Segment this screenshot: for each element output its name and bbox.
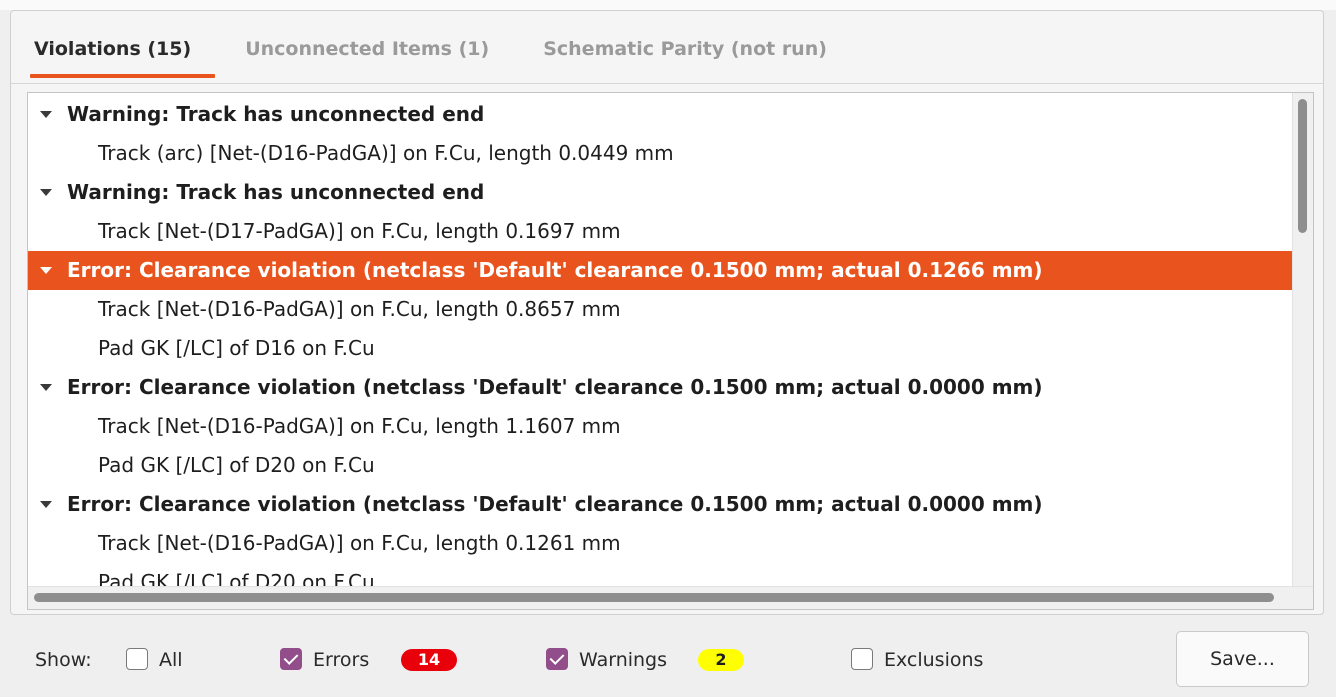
vertical-scrollbar-thumb[interactable] [1298, 99, 1307, 233]
violation-row[interactable]: Warning: Track has unconnected end [28, 95, 1294, 134]
violation-title: Warning: Track has unconnected end [67, 180, 485, 204]
violations-tree[interactable]: Warning: Track has unconnected end Track … [27, 92, 1314, 610]
violation-row[interactable]: Error: Clearance violation (netclass 'De… [28, 368, 1294, 407]
violation-item-row[interactable]: Track (arc) [Net-(D16-PadGA)] on F.Cu, l… [28, 134, 1294, 173]
violation-item-row[interactable]: Pad GK [/LC] of D16 on F.Cu [28, 329, 1294, 368]
violation-row[interactable]: Error: Clearance violation (netclass 'De… [28, 251, 1294, 290]
all-label[interactable]: All [159, 649, 183, 671]
tab-bar: Violations (15) Unconnected Items (1) Sc… [29, 30, 881, 82]
tab-unconnected-items[interactable]: Unconnected Items (1) [245, 30, 489, 74]
vertical-scrollbar[interactable] [1292, 93, 1313, 589]
save-button[interactable]: Save... [1176, 631, 1309, 687]
violation-row[interactable]: Error: Clearance violation (netclass 'De… [28, 485, 1294, 524]
tab-schematic-parity[interactable]: Schematic Parity (not run) [543, 30, 827, 74]
exclusions-label[interactable]: Exclusions [884, 649, 983, 671]
filter-bar: Show: All Errors 14 Warnings 2 Exclusion… [0, 615, 1336, 697]
exclusions-checkbox[interactable] [851, 648, 873, 670]
tab-violations[interactable]: Violations (15) [29, 30, 216, 78]
horizontal-scrollbar[interactable] [28, 586, 1313, 609]
expand-arrow-icon[interactable] [38, 173, 56, 212]
violation-row[interactable]: Warning: Track has unconnected end [28, 173, 1294, 212]
errors-label[interactable]: Errors [313, 649, 369, 671]
expand-arrow-icon[interactable] [38, 368, 56, 407]
expand-arrow-icon[interactable] [38, 485, 56, 524]
show-label: Show: [35, 649, 92, 671]
violation-title: Error: Clearance violation (netclass 'De… [67, 375, 1043, 399]
all-checkbox[interactable] [126, 648, 148, 670]
warnings-count-badge: 2 [698, 649, 744, 671]
errors-checkbox[interactable] [280, 648, 302, 670]
violation-item-row[interactable]: Track [Net-(D16-PadGA)] on F.Cu, length … [28, 407, 1294, 446]
warnings-label[interactable]: Warnings [579, 649, 667, 671]
errors-count-badge: 14 [401, 649, 457, 671]
horizontal-scrollbar-thumb[interactable] [34, 593, 1274, 602]
violation-title: Warning: Track has unconnected end [67, 102, 485, 126]
violation-title: Error: Clearance violation (netclass 'De… [67, 492, 1043, 516]
top-strip [0, 0, 1336, 10]
tab-divider [10, 83, 1324, 84]
violation-item-row[interactable]: Track [Net-(D16-PadGA)] on F.Cu, length … [28, 524, 1294, 563]
violation-title: Error: Clearance violation (netclass 'De… [67, 258, 1043, 282]
violation-item-row[interactable]: Pad GK [/LC] of D20 on F.Cu [28, 446, 1294, 485]
expand-arrow-icon[interactable] [38, 95, 56, 134]
violation-item-row[interactable]: Track [Net-(D17-PadGA)] on F.Cu, length … [28, 212, 1294, 251]
expand-arrow-icon[interactable] [38, 251, 56, 290]
warnings-checkbox[interactable] [546, 648, 568, 670]
violation-item-row[interactable]: Track [Net-(D16-PadGA)] on F.Cu, length … [28, 290, 1294, 329]
